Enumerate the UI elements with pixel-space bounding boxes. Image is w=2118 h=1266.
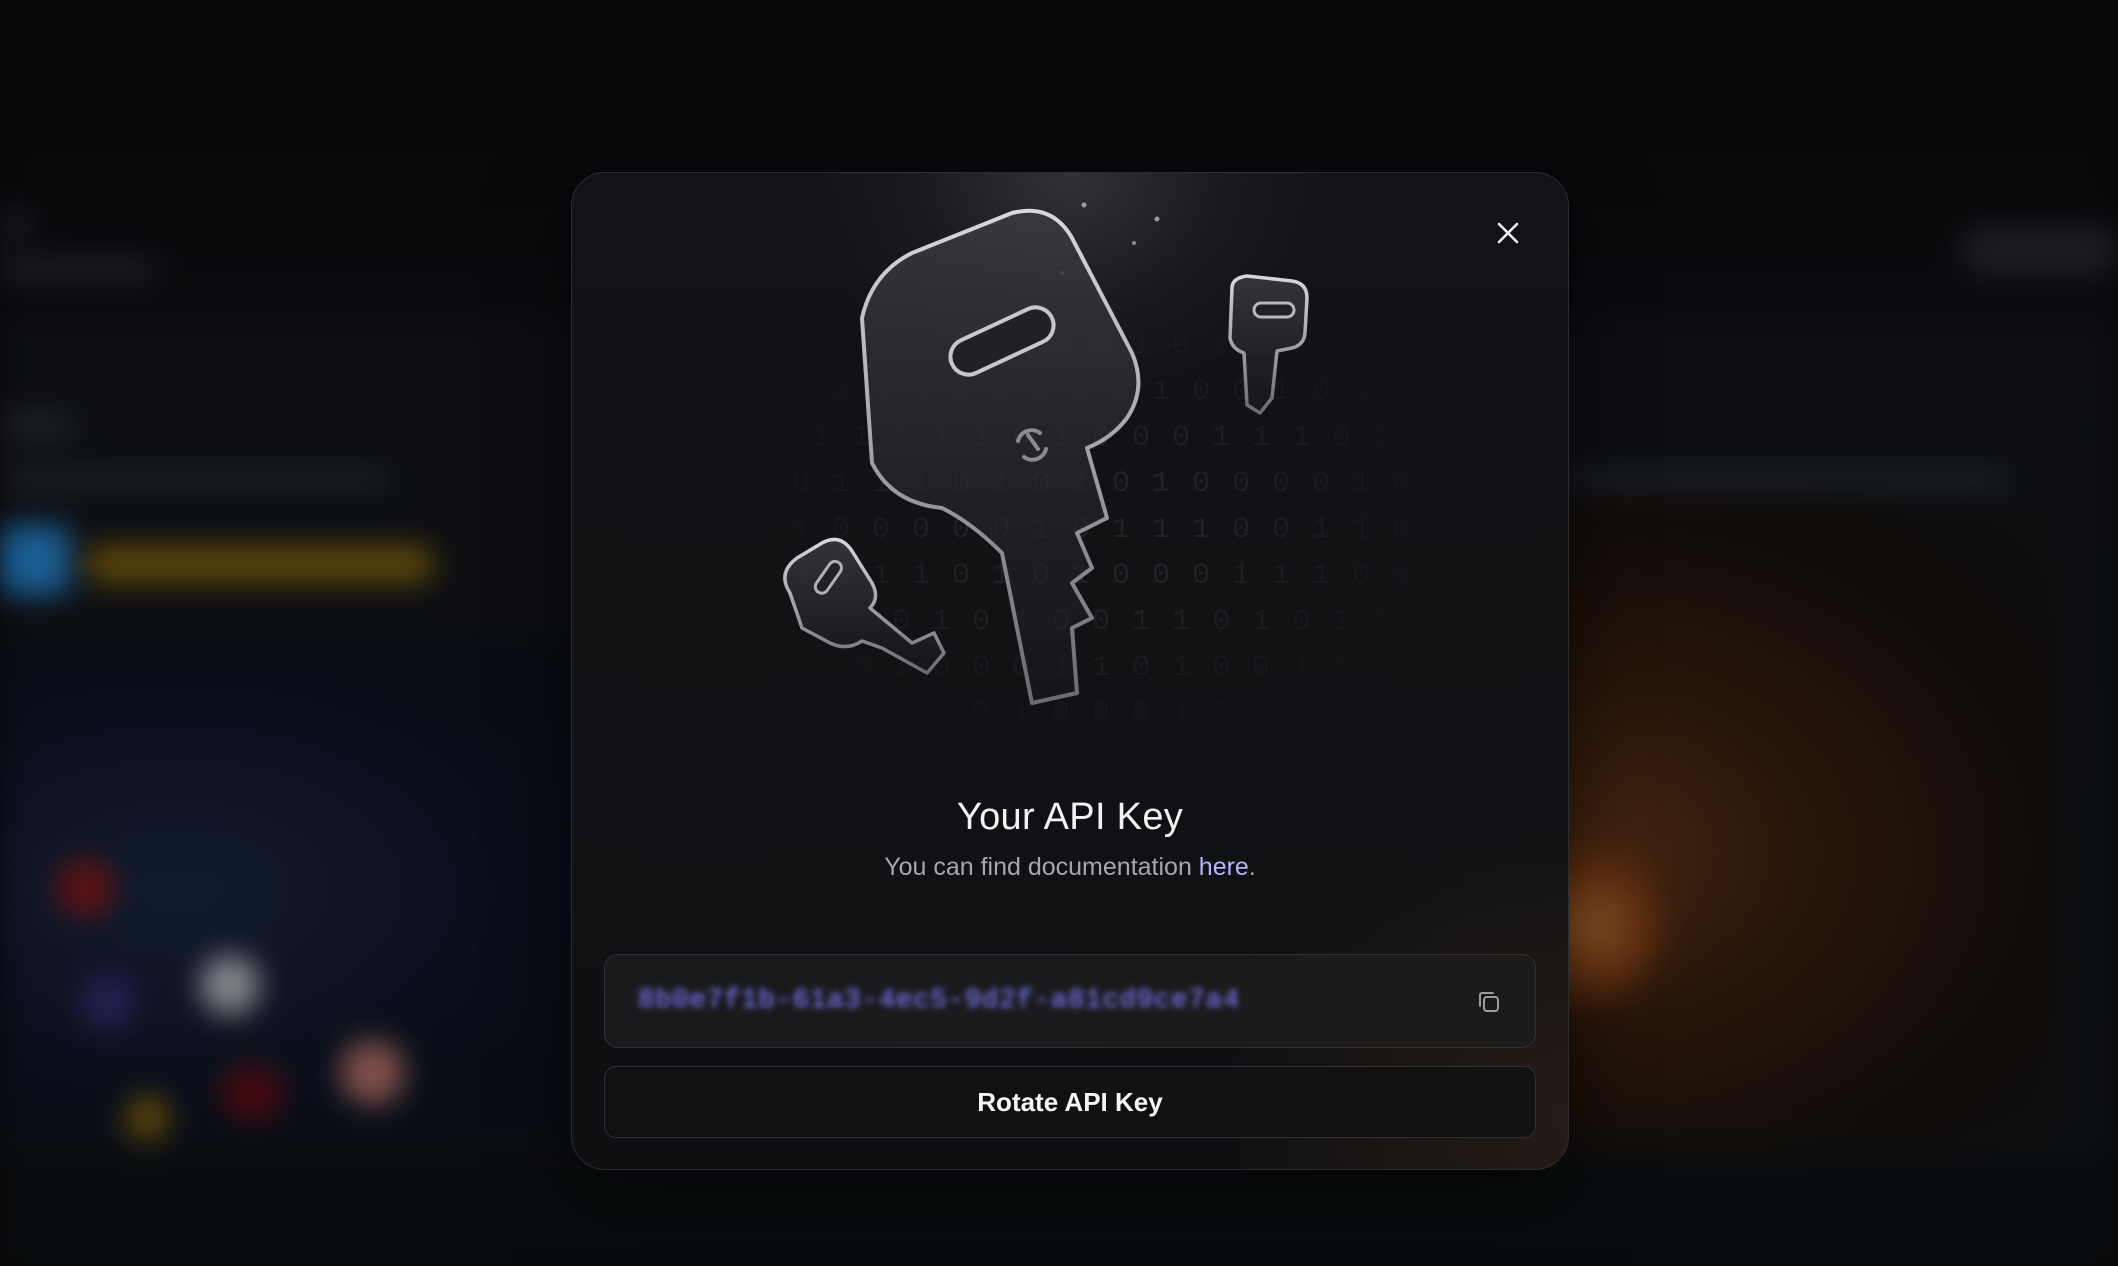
close-icon — [1497, 222, 1519, 244]
api-key-value[interactable]: 8b0e7f1b-61a3-4ec5-9d2f-a81cd9ce7a4 — [638, 986, 1240, 1016]
copy-icon — [1479, 992, 1499, 1012]
subtitle-suffix: . — [1248, 853, 1256, 881]
subtitle-text: You can find documentation — [884, 853, 1199, 881]
copy-button[interactable] — [1475, 988, 1503, 1016]
documentation-link[interactable]: here — [1199, 853, 1249, 881]
screen: 0 1 1 0 0 1 1 0 0 1 0 1 1 0 1 1 1 0 1 0 … — [0, 0, 2118, 1266]
small-key-icon — [783, 537, 946, 675]
key-illustration: 0 1 1 0 0 1 1 0 0 1 0 1 1 0 1 1 1 0 1 0 … — [572, 173, 1568, 773]
modal-subtitle: You can find documentation here. — [572, 853, 1568, 882]
small-key-icon — [1228, 274, 1309, 415]
api-key-modal: 0 1 1 0 0 1 1 0 0 1 0 1 1 0 1 1 1 0 1 0 … — [571, 172, 1569, 1170]
rotate-api-key-button[interactable]: Rotate API Key — [604, 1066, 1536, 1138]
close-button[interactable] — [1488, 213, 1528, 253]
large-key-icon — [860, 208, 1141, 705]
modal-title: Your API Key — [956, 796, 1184, 838]
keys-icon — [783, 202, 1309, 705]
api-key-field[interactable]: 8b0e7f1b-61a3-4ec5-9d2f-a81cd9ce7a4 — [604, 954, 1536, 1048]
